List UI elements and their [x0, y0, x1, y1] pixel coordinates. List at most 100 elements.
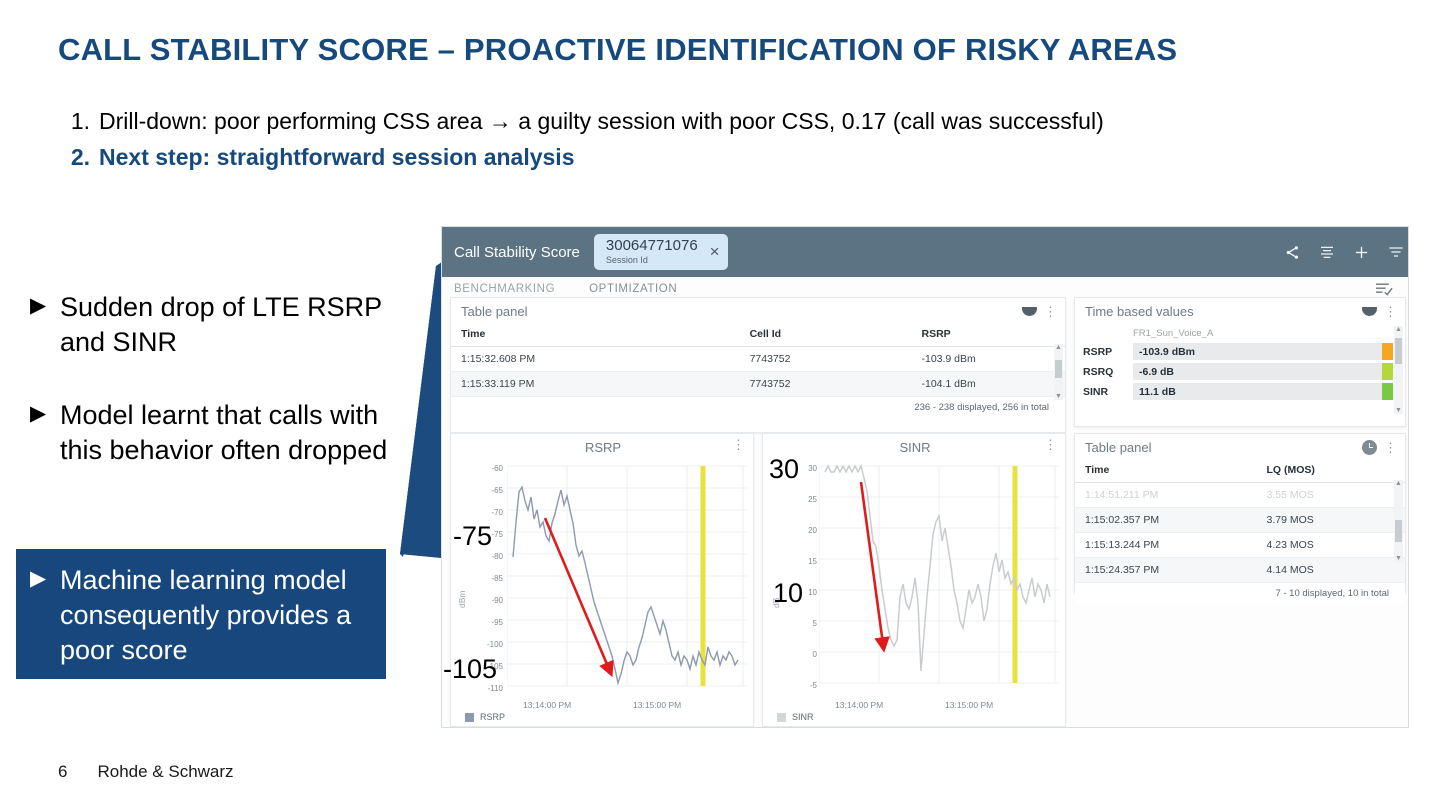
close-icon[interactable]: ×: [710, 242, 720, 262]
bullet-text: Model learnt that calls with this behavi…: [60, 400, 388, 466]
table-header-row: Time Cell Id RSRP: [451, 322, 1065, 347]
slide-footer: 6 Rohde & Schwarz: [58, 762, 234, 782]
triangle-bullet-icon: ▶: [30, 402, 47, 426]
panel-title: Table panel: [461, 303, 528, 319]
column-header: Time: [1075, 458, 1257, 483]
status-swatch: [1382, 383, 1393, 400]
table-row[interactable]: 1:15:33.119 PM 7743752 -104.1 dBm: [451, 371, 1065, 397]
panel-title: Time based values: [1085, 303, 1194, 319]
session-id-chip[interactable]: 30064771076 Session Id ×: [593, 234, 728, 270]
visibility-icon[interactable]: [1022, 306, 1037, 316]
bullet-list: ▶ Sudden drop of LTE RSRP and SINR ▶ Mod…: [30, 290, 390, 506]
tbv-value: -103.9 dBm: [1139, 345, 1196, 358]
data-table: Time Cell Id RSRP 1:15:32.608 PM 7743752…: [451, 322, 1065, 397]
chart-plot-area: dB 30 25 20 15 10 5 0 -5 13:14:00 PM 13:…: [763, 454, 1065, 726]
scroll-down-arrow[interactable]: ▼: [1055, 393, 1062, 400]
tbv-row: RSRP -103.9 dBm: [1075, 343, 1393, 360]
page-title: CALL STABILITY SCORE – PROACTIVE IDENTIF…: [58, 32, 1178, 67]
table-footer-status: 236 - 238 displayed, 256 in total: [451, 397, 1065, 417]
y-axis-tick: -110: [487, 684, 503, 693]
legend-label: RSRP: [480, 712, 506, 722]
scrollbar-thumb[interactable]: [1395, 338, 1402, 364]
overlay-label-minus75: -75: [453, 521, 493, 551]
tbv-column-header: FR1_Sun_Voice_A: [1133, 328, 1214, 339]
overlay-label-minus105: -105: [443, 654, 498, 684]
annotation-arrow: [859, 481, 890, 653]
vertical-scrollbar[interactable]: ▲ ▼: [1394, 480, 1403, 562]
header-icon-group: [1284, 227, 1404, 277]
scroll-up-arrow[interactable]: ▲: [1395, 326, 1402, 333]
y-axis-tick: -95: [491, 618, 503, 627]
y-axis-tick: -100: [486, 640, 503, 649]
embedded-app-screenshot: Call Stability Score 30064771076 Session…: [441, 226, 1409, 728]
cell-time: 1:15:13.244 PM: [1075, 532, 1257, 558]
y-axis-tick: -90: [491, 596, 503, 605]
panel-header: Table panel ⋮: [451, 298, 1065, 322]
cell-lq-mos: 4.14 MOS: [1256, 557, 1405, 583]
kebab-menu-icon[interactable]: ⋮: [1044, 305, 1057, 318]
panel-time-based-values: Time based values ⋮ FR1_Sun_Voice_A RSRP…: [1074, 297, 1406, 427]
panel-header: SINR ⋮: [763, 434, 1065, 458]
kebab-menu-icon[interactable]: ⋮: [1384, 441, 1397, 454]
company-name: Rohde & Schwarz: [97, 762, 234, 781]
table-row[interactable]: 1:15:32.608 PM 7743752 -103.9 dBm: [451, 346, 1065, 372]
table-footer-status: 7 - 10 displayed, 10 in total: [1075, 583, 1405, 603]
status-swatch: [1382, 343, 1393, 360]
y-axis-tick: -70: [491, 508, 503, 517]
table-row[interactable]: 1:15:02.357 PM 3.79 MOS: [1075, 507, 1405, 533]
y-axis-tick: -5: [809, 681, 817, 690]
kebab-menu-icon[interactable]: ⋮: [732, 438, 745, 451]
chart-legend: SINR: [777, 712, 814, 722]
cell-cell-id: 7743752: [739, 346, 912, 372]
session-id-label: Session Id: [605, 255, 648, 266]
scrollbar-thumb[interactable]: [1055, 360, 1062, 378]
align-center-icon[interactable]: [1319, 244, 1335, 260]
y-axis-tick: -85: [491, 574, 503, 583]
panel-chart-rsrp: RSRP ⋮ dBm -60 -65 -70 -75 -80 -85 -90 -…: [443, 433, 754, 727]
triangle-bullet-icon: ▶: [30, 567, 47, 590]
scroll-up-arrow[interactable]: ▲: [1395, 480, 1402, 487]
vertical-scrollbar[interactable]: ▲ ▼: [1394, 326, 1403, 414]
cell-time: 1:15:24.357 PM: [1075, 557, 1257, 583]
highlight-callout-box: ▶ Machine learning model consequently pr…: [16, 549, 386, 679]
column-header: Cell Id: [739, 322, 912, 347]
filter-icon[interactable]: [1388, 244, 1404, 260]
tbv-row: SINR 11.1 dB: [1075, 383, 1393, 400]
vertical-scrollbar[interactable]: ▲ ▼: [1054, 344, 1063, 400]
panel-header: Time based values ⋮: [1075, 298, 1405, 322]
scroll-down-arrow[interactable]: ▼: [1395, 407, 1402, 414]
share-icon[interactable]: [1284, 244, 1301, 261]
column-header: LQ (MOS): [1256, 458, 1405, 483]
session-id-value: 30064771076: [605, 237, 698, 255]
chart-title: RSRP: [584, 439, 622, 455]
visibility-icon[interactable]: [1362, 306, 1377, 316]
tbv-label: SINR: [1083, 385, 1109, 398]
scroll-down-arrow[interactable]: ▼: [1395, 555, 1402, 562]
cell-time: 1:15:02.357 PM: [1075, 507, 1257, 533]
table-row[interactable]: 1:15:13.244 PM 4.23 MOS: [1075, 532, 1405, 558]
legend-label: SINR: [792, 712, 814, 722]
clock-icon[interactable]: [1362, 439, 1377, 455]
tbv-label: RSRQ: [1083, 365, 1114, 378]
pointer-arrow-wedge: [400, 258, 448, 558]
cell-lq-mos: 3.79 MOS: [1256, 507, 1405, 533]
chart-legend: RSRP: [465, 712, 505, 722]
kebab-menu-icon[interactable]: ⋮: [1384, 305, 1397, 318]
table-header-row: Time LQ (MOS): [1075, 458, 1405, 483]
column-header: Time: [451, 322, 740, 347]
legend-swatch: [777, 712, 786, 722]
table-row[interactable]: 1:14:51.211 PM 3.55 MOS: [1075, 482, 1405, 508]
y-axis-tick: -60: [491, 464, 503, 473]
list-item-number: 2.: [70, 144, 90, 171]
plus-icon[interactable]: [1353, 244, 1370, 261]
rsrp-line-chart: [507, 465, 747, 687]
scrollbar-thumb[interactable]: [1395, 520, 1402, 542]
panel-top-table: Table panel ⋮ Time Cell Id RSRP 1:15:32.…: [450, 297, 1066, 433]
table-row[interactable]: 1:15:24.357 PM 4.14 MOS: [1075, 557, 1405, 583]
page-number: 6: [58, 762, 68, 781]
scroll-up-arrow[interactable]: ▲: [1055, 344, 1062, 351]
bullet-text: Sudden drop of LTE RSRP and SINR: [60, 292, 382, 358]
cell-time: 1:15:32.608 PM: [451, 346, 740, 372]
kebab-menu-icon[interactable]: ⋮: [1044, 438, 1057, 451]
y-axis-tick: -65: [491, 486, 503, 495]
